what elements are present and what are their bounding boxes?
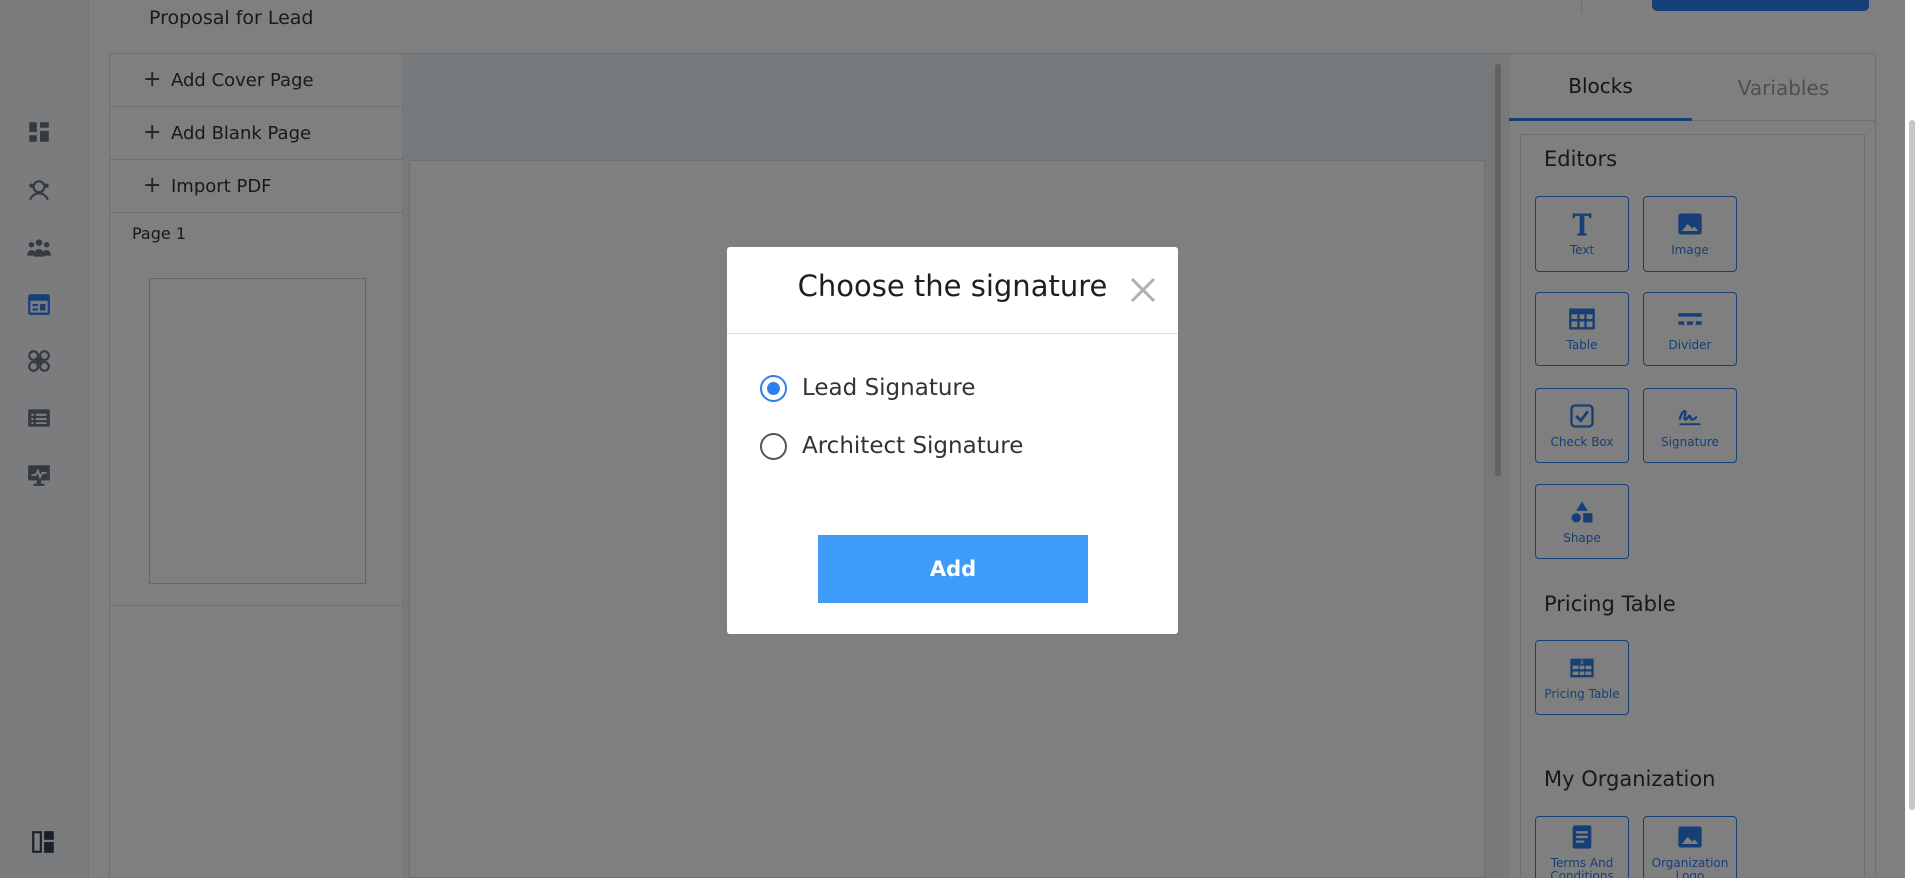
- choose-signature-dialog: Choose the signature Lead Signature Arch…: [727, 247, 1178, 634]
- option-architect-signature[interactable]: Architect Signature: [760, 431, 1023, 461]
- close-icon[interactable]: [1126, 273, 1160, 307]
- radio-dot: [767, 381, 780, 395]
- option-lead-signature[interactable]: Lead Signature: [760, 373, 976, 403]
- option-label: Lead Signature: [802, 375, 976, 401]
- add-button[interactable]: Add: [818, 535, 1088, 603]
- radio-architect-signature[interactable]: [760, 432, 787, 460]
- page-scrollbar-thumb[interactable]: [1909, 120, 1915, 810]
- radio-lead-signature[interactable]: [760, 374, 787, 402]
- dialog-title: Choose the signature: [797, 269, 1108, 303]
- option-label: Architect Signature: [802, 433, 1024, 459]
- dialog-header: Choose the signature: [727, 247, 1178, 334]
